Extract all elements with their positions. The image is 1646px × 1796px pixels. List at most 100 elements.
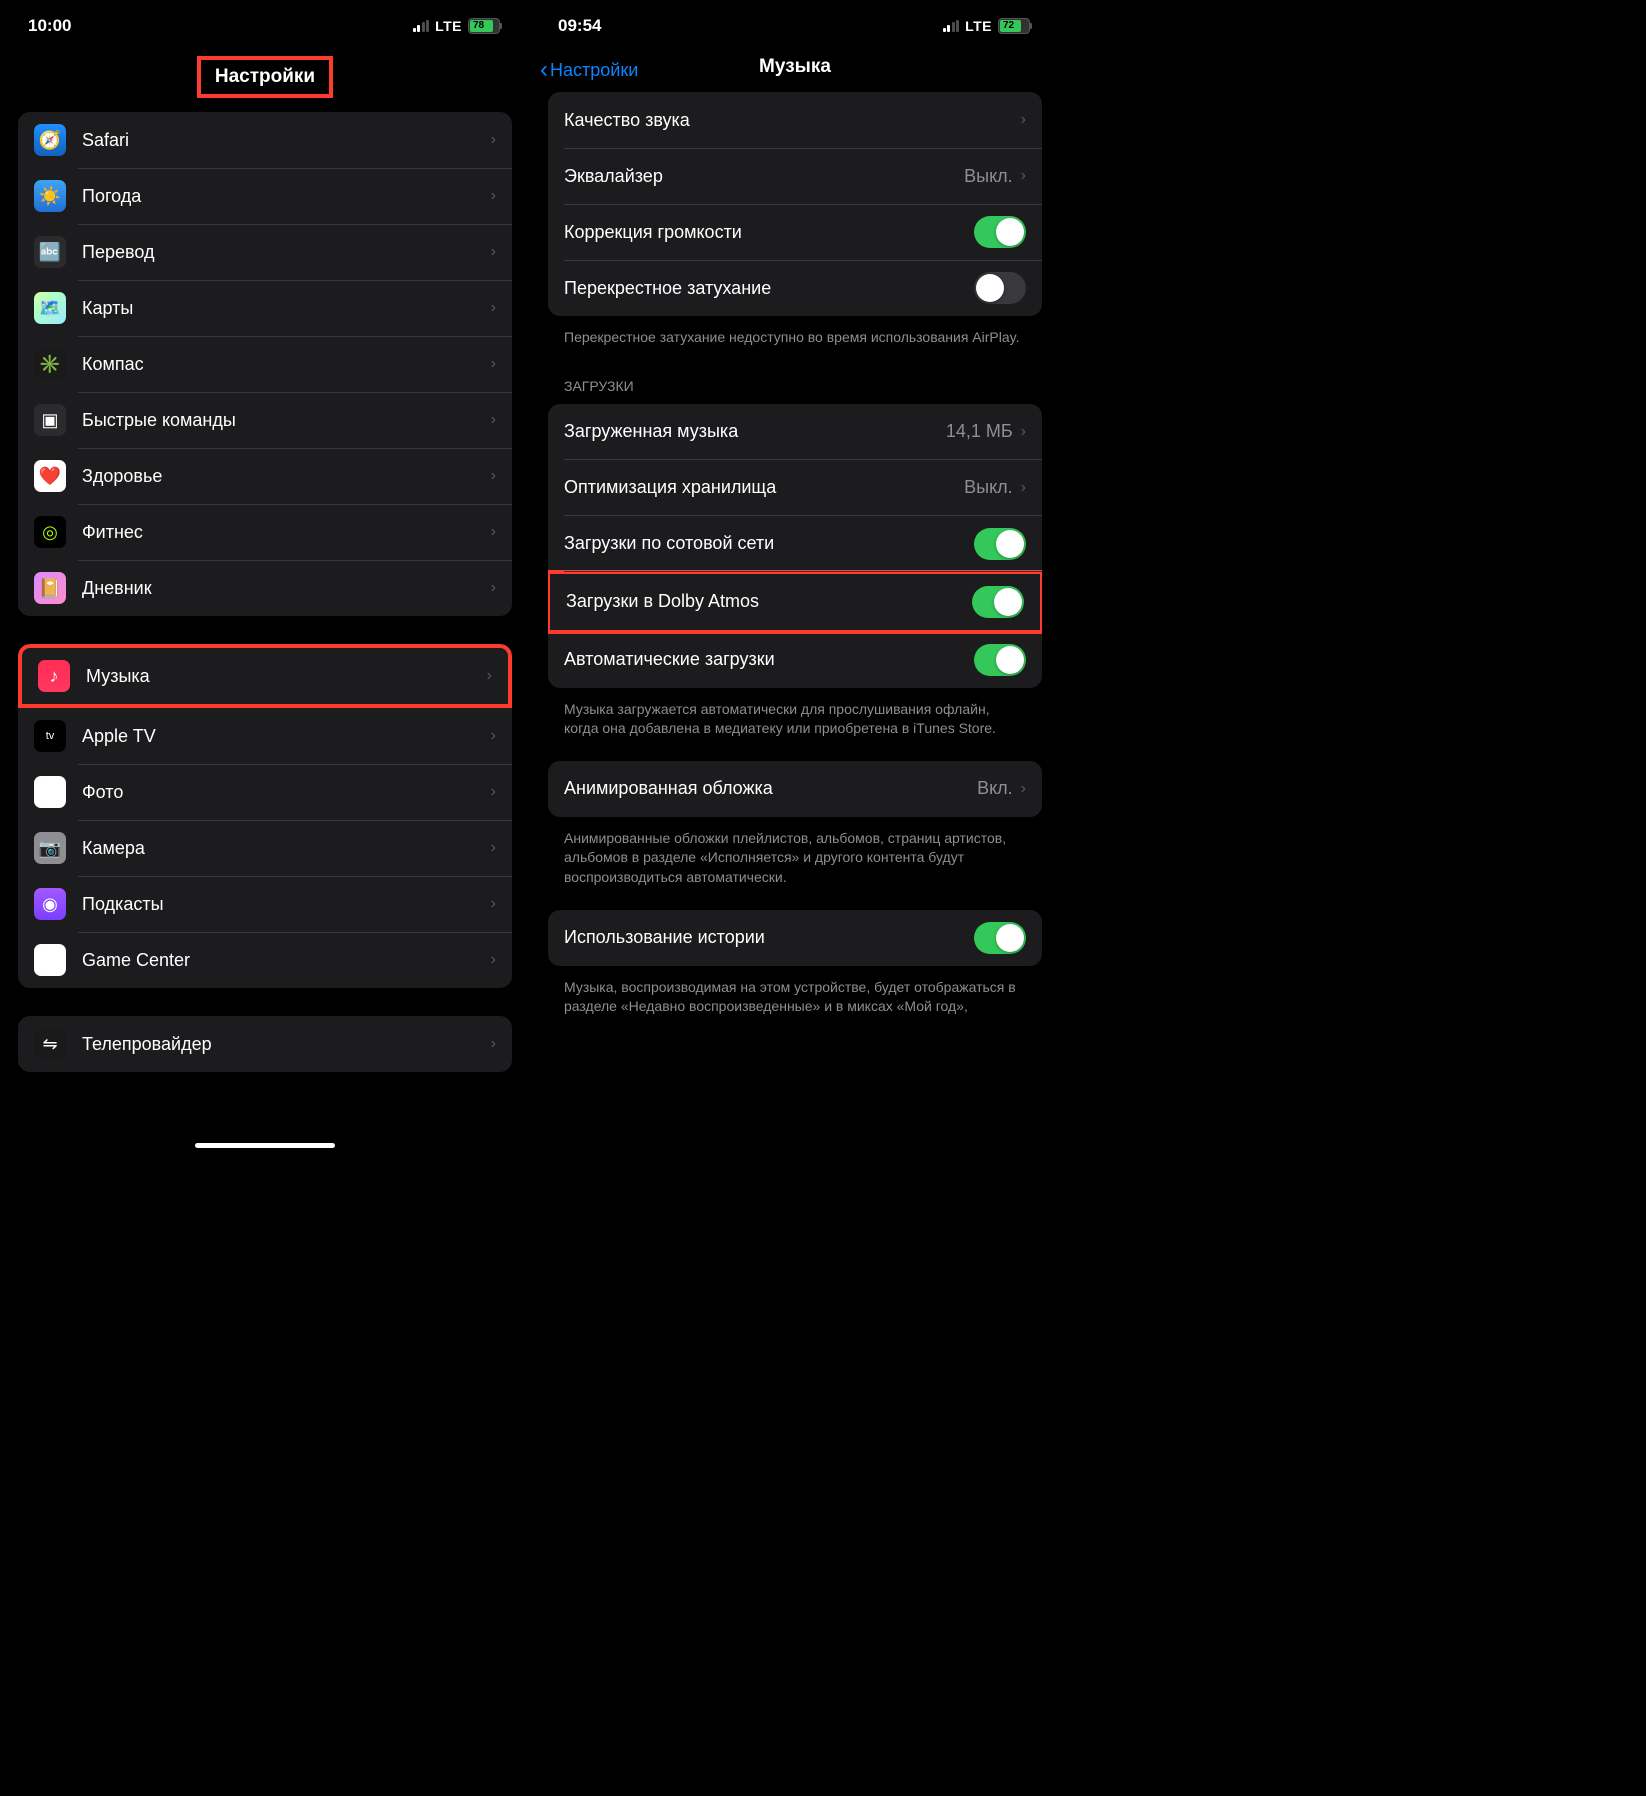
- settings-row[interactable]: ⇋Телепровайдер›: [18, 1016, 512, 1072]
- settings-row[interactable]: ☀️ Погода›: [18, 168, 512, 224]
- settings-row[interactable]: 🔤Перевод›: [18, 224, 512, 280]
- settings-row[interactable]: ❀Фото›: [18, 764, 512, 820]
- home-indicator[interactable]: [195, 1143, 335, 1148]
- settings-row[interactable]: ▣Быстрые команды›: [18, 392, 512, 448]
- signal-icon: [943, 20, 960, 32]
- row-label: Загрузки в Dolby Atmos: [566, 591, 972, 612]
- toggle-switch[interactable]: [974, 528, 1026, 560]
- toggle-switch[interactable]: [972, 586, 1024, 618]
- page-title: Музыка: [759, 56, 831, 78]
- fitness-icon: ◎: [34, 516, 66, 548]
- downloads-settings-group: Загруженная музыка14,1 МБ›Оптимизация хр…: [548, 404, 1042, 688]
- row-label: Загруженная музыка: [564, 421, 946, 442]
- row-label: Загрузки по сотовой сети: [564, 533, 974, 554]
- row-label: Game Center: [82, 950, 491, 971]
- chevron-right-icon: ›: [1021, 111, 1026, 129]
- history-group: Использование истории: [548, 910, 1042, 966]
- row-value: Выкл.: [964, 477, 1013, 498]
- camera-icon: 📷: [34, 832, 66, 864]
- chevron-left-icon: ‹: [540, 56, 548, 84]
- maps-icon: 🗺️: [34, 292, 66, 324]
- settings-row[interactable]: Перекрестное затухание: [548, 260, 1042, 316]
- row-label: Автоматические загрузки: [564, 649, 974, 670]
- toggle-switch[interactable]: [974, 644, 1026, 676]
- row-label: Apple TV: [82, 726, 491, 747]
- chevron-right-icon: ›: [491, 783, 496, 801]
- health-icon: ❤️: [34, 460, 66, 492]
- settings-row[interactable]: ❤️Здоровье›: [18, 448, 512, 504]
- back-button[interactable]: ‹ Настройки: [540, 56, 638, 84]
- settings-row[interactable]: ✳️Компас›: [18, 336, 512, 392]
- settings-group-apps-2: ♪Музыка›tvApple TV›❀Фото›📷Камера›◉Подкас…: [18, 644, 512, 988]
- gamecenter-icon: ●●: [34, 944, 66, 976]
- chevron-right-icon: ›: [491, 299, 496, 317]
- status-time: 10:00: [28, 16, 71, 36]
- row-label: Оптимизация хранилища: [564, 477, 964, 498]
- settings-row[interactable]: Загруженная музыка14,1 МБ›: [548, 404, 1042, 460]
- downloads-settings-group-wrapper: Загруженная музыка14,1 МБ›Оптимизация хр…: [530, 404, 1060, 688]
- history-footer: Музыка, воспроизводимая на этом устройст…: [530, 978, 1060, 1039]
- row-label: Использование истории: [564, 927, 974, 948]
- settings-row[interactable]: ◎Фитнес›: [18, 504, 512, 560]
- page-title: Настройки: [197, 56, 333, 98]
- row-label: Фото: [82, 782, 491, 803]
- row-label: Эквалайзер: [564, 166, 964, 187]
- settings-row[interactable]: Анимированная обложкаВкл.›: [548, 761, 1042, 817]
- settings-row[interactable]: ЭквалайзерВыкл.›: [548, 148, 1042, 204]
- weather-icon: ☀️: [34, 180, 66, 212]
- row-label: Карты: [82, 298, 491, 319]
- music-icon: ♪: [38, 660, 70, 692]
- chevron-right-icon: ›: [491, 951, 496, 969]
- status-indicators: LTE 78: [413, 18, 502, 34]
- row-label: Коррекция громкости: [564, 222, 974, 243]
- row-label: Погода: [82, 186, 491, 207]
- left-phone-settings: 10:00 LTE 78 Настройки 🧭Safari›☀️Погода›…: [0, 0, 530, 1156]
- settings-row[interactable]: Загрузки по сотовой сети: [548, 516, 1042, 572]
- settings-row[interactable]: Использование истории: [548, 910, 1042, 966]
- settings-row[interactable]: ●● Game Center›: [18, 932, 512, 988]
- right-phone-music-settings: 09:54 LTE 72 ‹ Настройки: [530, 0, 1060, 1156]
- podcasts-icon: ◉: [34, 888, 66, 920]
- page-header: ‹ Настройки Музыка: [530, 48, 1060, 92]
- battery-icon: 78: [468, 18, 502, 34]
- status-bar: 09:54 LTE 72: [530, 0, 1060, 48]
- status-time: 09:54: [558, 16, 601, 36]
- chevron-right-icon: ›: [491, 579, 496, 597]
- row-label: Анимированная обложка: [564, 778, 977, 799]
- battery-icon: 72: [998, 18, 1032, 34]
- chevron-right-icon: ›: [491, 467, 496, 485]
- chevron-right-icon: ›: [491, 839, 496, 857]
- settings-row[interactable]: 🧭Safari›: [18, 112, 512, 168]
- settings-row[interactable]: tvApple TV›: [18, 708, 512, 764]
- settings-row[interactable]: Качество звука›: [548, 92, 1042, 148]
- toggle-switch[interactable]: [974, 216, 1026, 248]
- settings-row[interactable]: Коррекция громкости: [548, 204, 1042, 260]
- toggle-switch[interactable]: [974, 922, 1026, 954]
- row-label: Дневник: [82, 578, 491, 599]
- row-label: Фитнес: [82, 522, 491, 543]
- settings-row[interactable]: Автоматические загрузки: [548, 632, 1042, 688]
- settings-row[interactable]: Оптимизация хранилищаВыкл.›: [548, 460, 1042, 516]
- toggle-switch[interactable]: [974, 272, 1026, 304]
- teleprovider-icon: ⇋: [34, 1028, 66, 1060]
- row-label: Телепровайдер: [82, 1034, 491, 1055]
- chevron-right-icon: ›: [491, 131, 496, 149]
- chevron-right-icon: ›: [491, 895, 496, 913]
- downloads-header: ЗАГРУЗКИ: [530, 370, 1060, 404]
- safari-icon: 🧭: [34, 124, 66, 156]
- shortcuts-icon: ▣: [34, 404, 66, 436]
- network-label: LTE: [435, 18, 462, 34]
- settings-row[interactable]: ◉Подкасты›: [18, 876, 512, 932]
- compass-icon: ✳️: [34, 348, 66, 380]
- settings-row[interactable]: 📷Камера›: [18, 820, 512, 876]
- settings-row[interactable]: 📔Дневник›: [18, 560, 512, 616]
- row-label: Перевод: [82, 242, 491, 263]
- chevron-right-icon: ›: [491, 187, 496, 205]
- settings-row[interactable]: Загрузки в Dolby Atmos: [550, 574, 1040, 630]
- page-header: Настройки: [0, 48, 530, 112]
- row-value: 14,1 МБ: [946, 421, 1013, 442]
- chevron-right-icon: ›: [491, 411, 496, 429]
- settings-row[interactable]: ♪Музыка›: [22, 648, 508, 704]
- settings-row[interactable]: 🗺️ Карты›: [18, 280, 512, 336]
- back-label: Настройки: [550, 60, 638, 81]
